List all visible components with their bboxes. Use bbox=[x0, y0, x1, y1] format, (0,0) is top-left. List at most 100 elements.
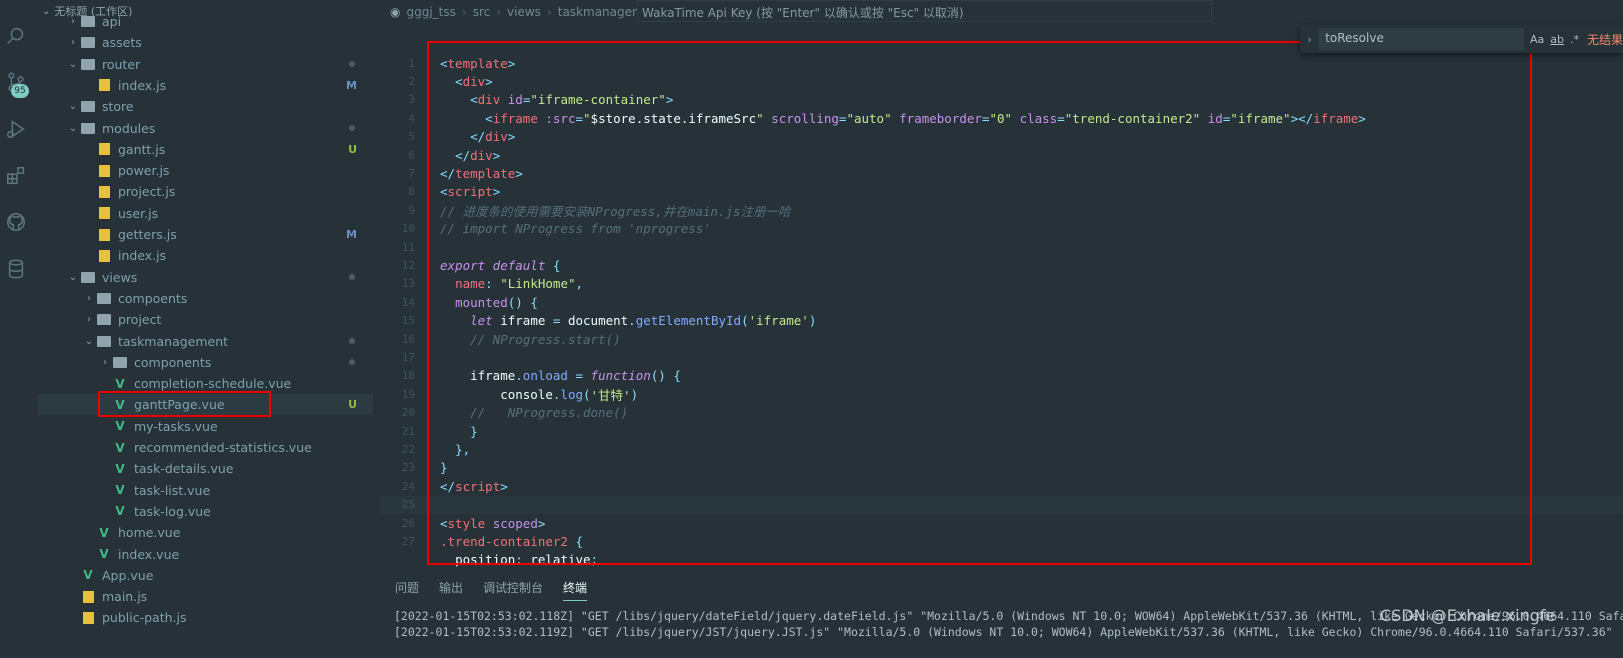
tree-item[interactable]: ⌄ modules bbox=[38, 118, 373, 139]
tree-item[interactable]: › api bbox=[38, 11, 373, 32]
tree-item[interactable]: ⌄ router bbox=[38, 54, 373, 75]
line-number: 18 bbox=[401, 369, 415, 383]
chevron-right-icon: › bbox=[87, 292, 91, 304]
find-input[interactable]: toResolve bbox=[1319, 28, 1524, 50]
tree-item[interactable]: ⌄ store bbox=[38, 96, 373, 117]
code-token: > bbox=[485, 74, 493, 90]
code-token: name bbox=[455, 276, 486, 292]
tree-item[interactable]: Vtask-list.vue bbox=[38, 480, 373, 501]
tree-item[interactable]: Vrecommended-statistics.vue bbox=[38, 437, 373, 458]
tree-item-label: ganttPage.vue bbox=[134, 397, 225, 413]
code-line: 20 // NProgress.done() bbox=[380, 404, 1623, 422]
code-line: 8 < script > bbox=[380, 183, 1623, 201]
tree-item[interactable]: › project bbox=[38, 309, 373, 330]
js-shape bbox=[82, 590, 94, 603]
tree-item[interactable]: power.js bbox=[38, 160, 373, 181]
regex-toggle[interactable]: .* bbox=[1570, 33, 1579, 46]
tree-item[interactable]: index.js bbox=[38, 245, 373, 266]
vue-file-icon: V bbox=[112, 483, 128, 497]
tree-item[interactable]: project.js bbox=[38, 181, 373, 202]
code-line: 11 bbox=[380, 238, 1623, 256]
code-token: ( bbox=[583, 386, 591, 402]
tree-item-label: task-list.vue bbox=[134, 482, 211, 498]
code-token: document bbox=[560, 313, 629, 329]
tree-item[interactable]: › components bbox=[38, 352, 373, 373]
tab-output[interactable]: 输出 bbox=[439, 579, 463, 601]
line-number: 16 bbox=[401, 332, 415, 346]
tree-item[interactable]: Vtask-log.vue bbox=[38, 501, 373, 522]
match-case-toggle[interactable]: Aa bbox=[1530, 33, 1544, 46]
breadcrumb-item[interactable]: gggj_tss bbox=[406, 5, 455, 19]
database-icon[interactable] bbox=[4, 257, 28, 281]
code-line: 18 iframe. onload = function() { bbox=[380, 367, 1623, 385]
tree-item[interactable]: gantt.js U bbox=[38, 139, 373, 160]
tab-terminal[interactable]: 终端 bbox=[563, 579, 588, 601]
code-token: scoped bbox=[492, 515, 538, 531]
github-icon[interactable] bbox=[4, 210, 28, 234]
breadcrumb-item[interactable]: src bbox=[473, 5, 491, 19]
code-token: " bbox=[756, 110, 764, 126]
code-token: = bbox=[522, 92, 531, 108]
chevron-down-icon: ⌄ bbox=[68, 58, 78, 70]
code-token: > bbox=[492, 147, 501, 163]
js-shape bbox=[98, 143, 110, 156]
whole-word-toggle[interactable]: ab bbox=[1550, 33, 1564, 46]
folder-shape bbox=[97, 335, 111, 347]
code-token: "iframe" bbox=[1230, 110, 1291, 126]
js-shape bbox=[98, 164, 110, 177]
vue-glyph: V bbox=[115, 504, 125, 519]
code-token: " bbox=[583, 110, 591, 126]
tree-item-label: power.js bbox=[118, 163, 170, 179]
git-status-badge: U bbox=[348, 142, 357, 156]
tree-item[interactable]: main.js bbox=[38, 586, 373, 607]
tree-item[interactable]: Vhome.vue bbox=[38, 522, 373, 543]
chevron-right-icon: › bbox=[87, 314, 91, 326]
tree-item[interactable]: › compoents bbox=[38, 288, 373, 309]
line-number: 14 bbox=[401, 295, 415, 309]
tree-item[interactable]: public-path.js bbox=[38, 607, 373, 628]
watermark: CSDN @Exhale.xingfe bbox=[1380, 606, 1556, 625]
tree-item[interactable]: getters.js M bbox=[38, 224, 373, 245]
js-shape bbox=[82, 611, 94, 624]
line-number: 24 bbox=[401, 479, 415, 493]
code-line: 21 } bbox=[380, 422, 1623, 440]
tree-item[interactable]: Vindex.vue bbox=[38, 544, 373, 565]
code-line: 16 // NProgress.start() bbox=[380, 330, 1623, 348]
tree-item[interactable]: index.js M bbox=[38, 75, 373, 96]
tree-item[interactable]: Vtask-details.vue bbox=[38, 458, 373, 479]
code-editor[interactable]: 1 < template >2 < div >3 < div id = "iframe-cont… bbox=[380, 40, 1623, 568]
breadcrumb-item[interactable]: views bbox=[507, 5, 541, 19]
tree-item[interactable]: V App.vue bbox=[38, 565, 373, 586]
tree-item[interactable]: Vmy-tasks.vue bbox=[38, 416, 373, 437]
folder-shape bbox=[97, 292, 111, 304]
wakatime-api-key-prompt[interactable]: WakaTime Api Key (按 "Enter" 以确认或按 "Esc" … bbox=[637, 0, 1212, 22]
line-number: 20 bbox=[401, 406, 415, 420]
run-debug-icon[interactable] bbox=[4, 117, 28, 141]
chevron-right-icon[interactable]: › bbox=[1300, 33, 1319, 46]
tree-item[interactable]: VganttPage.vue U bbox=[38, 394, 373, 416]
tab-debug-console[interactable]: 调试控制台 bbox=[483, 579, 543, 601]
code-token: relative bbox=[522, 552, 591, 568]
vue-glyph: V bbox=[115, 419, 125, 434]
code-token: : bbox=[485, 276, 493, 292]
code-token: ) bbox=[630, 386, 639, 402]
tree-item-label: public-path.js bbox=[102, 610, 187, 626]
code-token: > bbox=[1358, 110, 1366, 126]
code-token: "0" bbox=[989, 110, 1013, 126]
code-line: 9 // 进度条的使用需要安装NProgress,并在main.js注册一哈 bbox=[380, 201, 1623, 219]
tree-item-label: compoents bbox=[118, 290, 188, 306]
code-token: { bbox=[530, 294, 538, 310]
tree-item[interactable]: ⌄ taskmanagement bbox=[38, 331, 373, 352]
tree-item[interactable]: Vcompletion-schedule.vue bbox=[38, 373, 373, 394]
search-icon[interactable] bbox=[4, 24, 28, 48]
folder-shape bbox=[113, 356, 127, 368]
tree-item[interactable]: › assets bbox=[38, 32, 373, 53]
javascript-file-icon bbox=[80, 611, 96, 625]
tree-item[interactable]: user.js bbox=[38, 203, 373, 224]
tree-item[interactable]: ⌄ views bbox=[38, 267, 373, 288]
extensions-icon[interactable] bbox=[4, 164, 28, 188]
tab-problems[interactable]: 问题 bbox=[395, 579, 419, 601]
